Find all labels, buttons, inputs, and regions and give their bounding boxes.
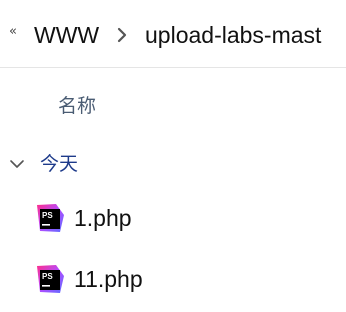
svg-text:PS: PS — [42, 272, 53, 281]
phpstorm-file-icon: PS — [37, 265, 64, 293]
column-header-name[interactable]: 名称 — [58, 94, 96, 118]
file-row[interactable]: PS 11.php — [34, 263, 143, 295]
chevron-down-icon[interactable] — [8, 157, 26, 171]
file-name: 11.php — [74, 266, 143, 292]
breadcrumb: « WWW upload-labs-mast — [0, 0, 346, 68]
breadcrumb-item-current[interactable]: upload-labs-mast — [145, 20, 321, 50]
chevron-right-icon[interactable] — [116, 24, 128, 46]
group-header-today[interactable]: 今天 — [8, 150, 78, 178]
breadcrumb-overflow-button[interactable]: « — [9, 24, 17, 40]
svg-text:PS: PS — [42, 211, 53, 220]
group-label: 今天 — [40, 153, 79, 175]
file-explorer-window: « WWW upload-labs-mast 名称 今天 PS 1.php PS… — [0, 0, 346, 312]
file-name: 1.php — [74, 205, 132, 231]
file-row[interactable]: PS 1.php — [34, 202, 132, 234]
phpstorm-file-icon: PS — [37, 204, 64, 232]
breadcrumb-item-www[interactable]: WWW — [34, 20, 99, 50]
